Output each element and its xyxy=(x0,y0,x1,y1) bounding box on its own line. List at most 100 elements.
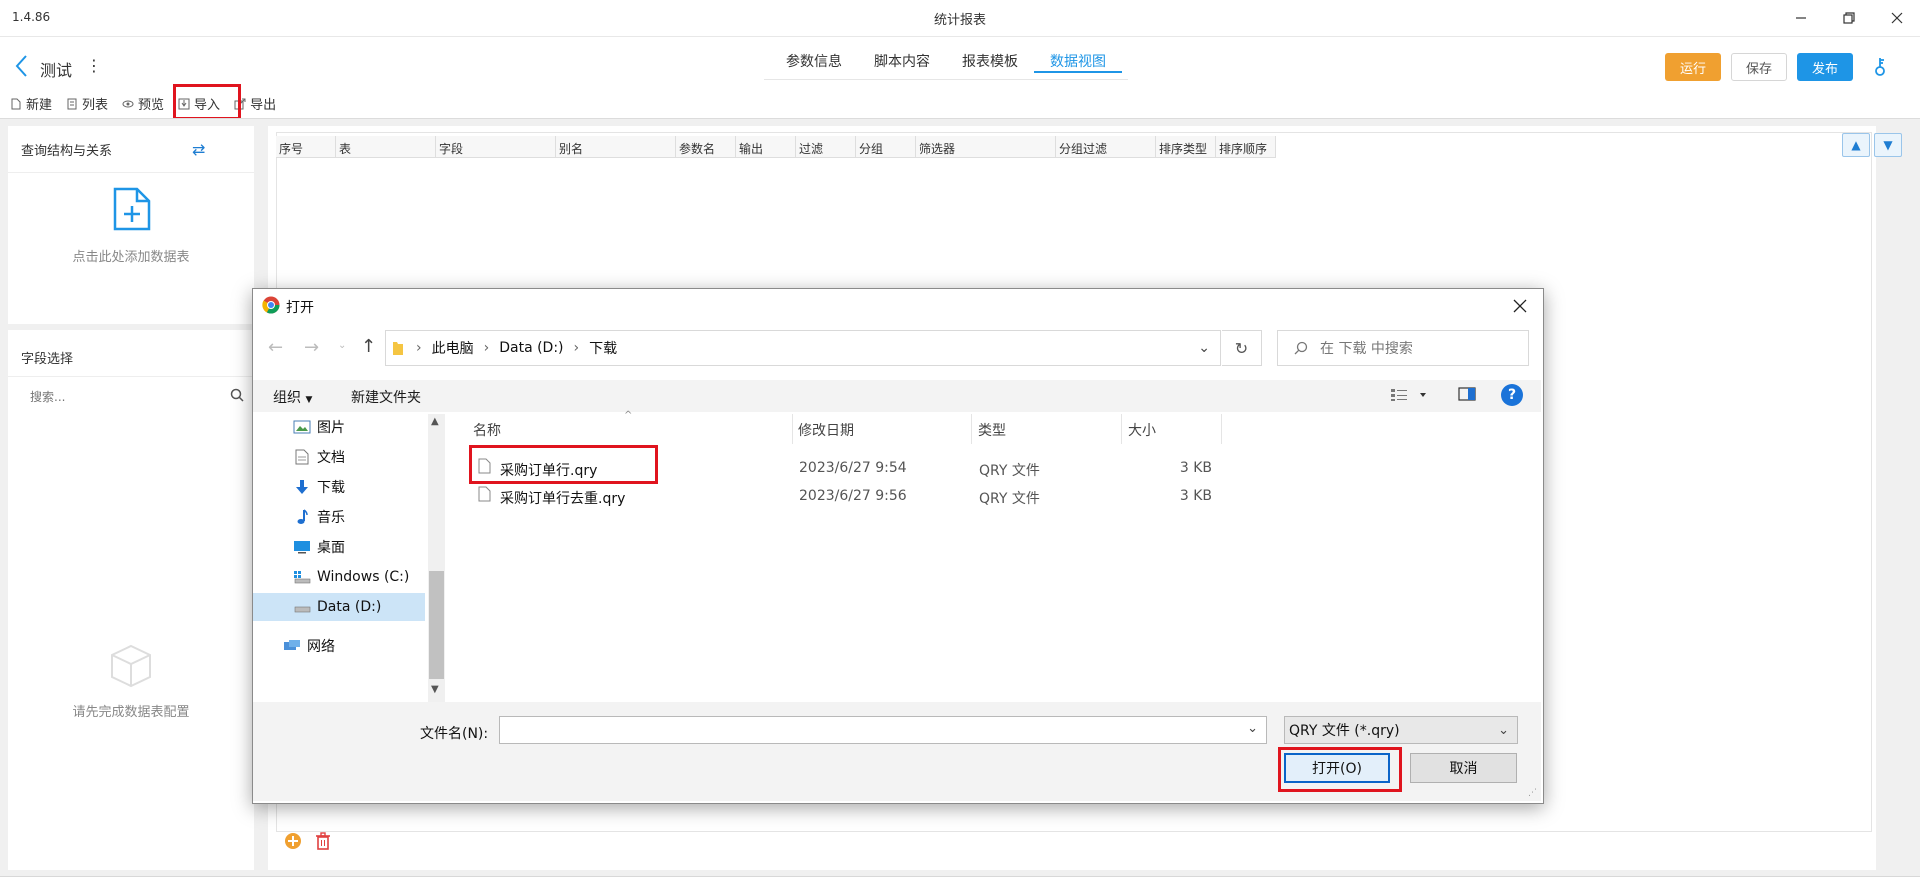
close-window-button[interactable] xyxy=(1882,6,1912,30)
tree-item-data-d[interactable]: Data (D:) xyxy=(253,593,425,621)
tree-item-label: 桌面 xyxy=(317,540,345,556)
minimize-button[interactable] xyxy=(1786,6,1816,30)
tree-item-windows-c[interactable]: Windows (C:) xyxy=(253,563,425,591)
help-icon[interactable]: ? xyxy=(1501,384,1523,406)
add-table-hint[interactable]: 点击此处添加数据表 xyxy=(8,246,254,265)
file-type: QRY 文件 xyxy=(979,491,1040,507)
nav-up-icon[interactable]: ↑ xyxy=(361,336,376,357)
export-label: 导出 xyxy=(250,98,277,113)
tree-item-label: 音乐 xyxy=(317,510,345,526)
resize-grip-icon[interactable]: ⋰ xyxy=(1528,788,1537,798)
grid-col-header[interactable]: 别名 xyxy=(556,136,676,158)
publish-button[interactable]: 发布 xyxy=(1797,53,1853,81)
nav-back-icon[interactable]: ← xyxy=(268,337,283,358)
back-arrow-icon xyxy=(15,55,27,77)
breadcrumb-downloads[interactable]: 下载 xyxy=(589,338,617,358)
recent-dropdown-icon[interactable]: ⌄ xyxy=(338,340,346,351)
tree-item-label: 文档 xyxy=(317,450,345,466)
new-button[interactable]: 新建 xyxy=(10,94,52,113)
drive-icon xyxy=(293,599,311,615)
refresh-button[interactable]: ↻ xyxy=(1222,330,1262,366)
tree-item-music[interactable]: 音乐 xyxy=(253,503,425,531)
grid-col-header[interactable]: 字段 xyxy=(436,136,556,158)
view-tabs: 参数信息 脚本内容 报表模板 数据视图 xyxy=(764,45,1128,80)
save-button[interactable]: 保存 xyxy=(1731,53,1787,81)
tree-item-label: Windows (C:) xyxy=(317,569,410,585)
arrow-down-icon: ▼ xyxy=(1883,138,1893,152)
tab-script[interactable]: 脚本内容 xyxy=(858,45,946,73)
dialog-search-box[interactable]: 在 下载 中搜索 xyxy=(1277,330,1529,366)
file-size: 3 KB xyxy=(1179,488,1212,504)
grid-col-header[interactable]: 筛选器 xyxy=(916,136,1056,158)
view-list-icon xyxy=(1391,389,1426,401)
list-button[interactable]: 列表 xyxy=(66,94,108,113)
field-selection-panel xyxy=(8,330,254,870)
search-icon[interactable] xyxy=(230,388,244,406)
organize-menu[interactable]: 组织 ▼ xyxy=(273,387,312,407)
col-header-modified[interactable]: 修改日期 xyxy=(798,420,854,440)
back-button[interactable] xyxy=(14,54,34,80)
grid-col-header[interactable]: 排序类型 xyxy=(1156,136,1216,158)
col-header-type[interactable]: 类型 xyxy=(978,420,1006,440)
column-separator xyxy=(1121,414,1122,444)
breadcrumb-this-pc[interactable]: 此电脑 xyxy=(432,338,474,358)
run-button[interactable]: 运行 xyxy=(1665,53,1721,81)
dialog-command-bar xyxy=(253,380,1541,412)
file-modified: 2023/6/27 9:56 xyxy=(799,488,907,504)
scroll-down-icon[interactable]: ▼ xyxy=(431,684,439,695)
view-options-button[interactable] xyxy=(1390,388,1430,406)
more-options-icon[interactable]: ⋮ xyxy=(86,56,102,75)
tree-scrollbar-thumb[interactable] xyxy=(429,571,444,679)
address-bar[interactable]: › 此电脑 › Data (D:) › 下载 ⌄ xyxy=(385,330,1221,366)
move-down-button[interactable]: ▼ xyxy=(1874,133,1902,157)
breadcrumb-drive-d[interactable]: Data (D:) xyxy=(499,340,563,356)
empty-box-icon xyxy=(108,643,154,693)
query-structure-title: 查询结构与关系 xyxy=(21,144,113,159)
new-folder-button[interactable]: 新建文件夹 xyxy=(351,387,421,407)
grid-col-header[interactable]: 排序顺序 xyxy=(1216,136,1276,158)
field-search-input[interactable] xyxy=(28,386,232,408)
chevron-down-icon[interactable]: ⌄ xyxy=(1247,721,1258,736)
tree-item-pictures[interactable]: 图片 xyxy=(253,413,425,441)
add-row-icon[interactable] xyxy=(284,832,302,854)
tree-item-network[interactable]: 网络 xyxy=(253,632,425,660)
col-header-size[interactable]: 大小 xyxy=(1128,420,1156,440)
col-header-name[interactable]: 名称 xyxy=(473,420,501,440)
dialog-close-button[interactable] xyxy=(1508,294,1532,318)
grid-col-header[interactable]: 序号 xyxy=(276,136,336,158)
search-icon xyxy=(1294,341,1308,355)
preview-button[interactable]: 预览 xyxy=(122,94,164,113)
close-icon xyxy=(1891,12,1903,24)
swap-icon[interactable]: ⇄ xyxy=(192,140,205,159)
tab-data-view[interactable]: 数据视图 xyxy=(1034,45,1122,73)
grid-col-header[interactable]: 分组 xyxy=(856,136,916,158)
list-icon xyxy=(67,98,77,109)
tree-item-documents[interactable]: 文档 xyxy=(253,443,425,471)
address-dropdown-icon[interactable]: ⌄ xyxy=(1198,340,1210,356)
tree-item-downloads[interactable]: 下载 xyxy=(253,473,425,501)
file-name[interactable]: 采购订单行去重.qry xyxy=(500,488,625,508)
grid-header: 序号 表 字段 别名 参数名 输出 过滤 分组 筛选器 分组过滤 排序类型 排序… xyxy=(276,136,1276,158)
delete-row-icon[interactable] xyxy=(315,832,331,854)
cancel-button[interactable]: 取消 xyxy=(1410,753,1517,783)
grid-col-header[interactable]: 过滤 xyxy=(796,136,856,158)
tree-item-desktop[interactable]: 桌面 xyxy=(253,533,425,561)
scroll-up-icon[interactable]: ▲ xyxy=(431,416,439,427)
nav-forward-icon[interactable]: → xyxy=(304,337,319,358)
file-type-filter[interactable]: QRY 文件 (*.qry) ⌄ xyxy=(1284,716,1518,744)
restore-button[interactable] xyxy=(1834,6,1864,30)
grid-col-header[interactable]: 表 xyxy=(336,136,436,158)
tree-item-label: Data (D:) xyxy=(317,599,382,615)
grid-col-header[interactable]: 参数名 xyxy=(676,136,736,158)
add-table-icon[interactable] xyxy=(112,186,152,236)
move-up-button[interactable]: ▲ xyxy=(1842,133,1870,157)
grid-col-header[interactable]: 分组过滤 xyxy=(1056,136,1156,158)
tab-template[interactable]: 报表模板 xyxy=(946,45,1034,73)
key-icon[interactable] xyxy=(1872,57,1888,81)
close-icon xyxy=(1513,299,1527,313)
window-bottom-edge xyxy=(0,876,1920,891)
filename-input[interactable]: ⌄ xyxy=(499,716,1267,744)
grid-col-header[interactable]: 输出 xyxy=(736,136,796,158)
tab-params[interactable]: 参数信息 xyxy=(770,45,858,73)
preview-pane-icon[interactable] xyxy=(1458,387,1476,405)
